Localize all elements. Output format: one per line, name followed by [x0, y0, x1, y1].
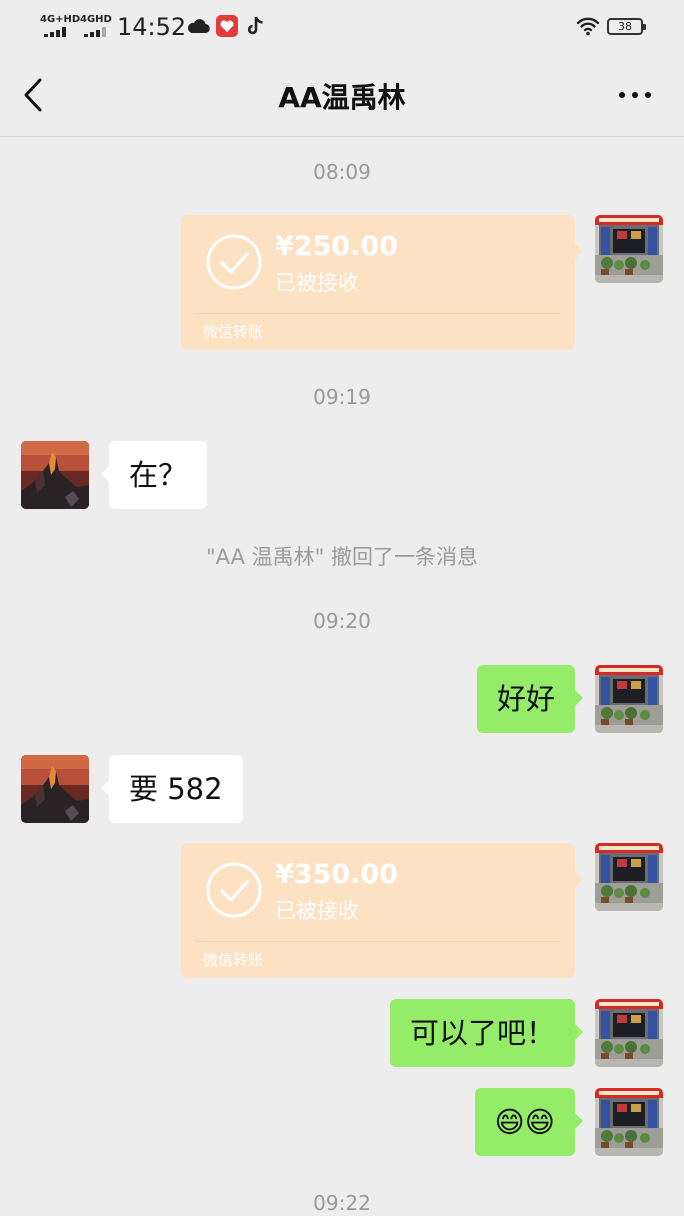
timestamp: 09:20	[313, 609, 371, 633]
signal-1-label: 4G+HD	[40, 14, 81, 25]
chat-title: AA温禹林	[278, 81, 406, 114]
transfer-status: 已被接收	[275, 899, 359, 923]
my-avatar[interactable]	[595, 843, 663, 911]
tiktok-icon	[247, 16, 263, 35]
status-bar: 4G+HD 4GHD 14:52 38	[0, 0, 684, 54]
my-avatar[interactable]	[595, 665, 663, 733]
check-circle-icon	[206, 862, 262, 918]
my-avatar[interactable]	[595, 215, 663, 283]
message-bubble-incoming[interactable]: 要 582	[101, 755, 243, 823]
message-bubble-incoming[interactable]: 在？	[100, 441, 208, 509]
transfer-amount: ¥250.00	[275, 231, 398, 262]
message-bubble-outgoing[interactable]: 好好	[476, 665, 584, 733]
contact-avatar[interactable]	[21, 755, 89, 823]
timestamp: 08:09	[313, 160, 371, 184]
clock: 14:52	[117, 13, 187, 41]
signal-bars-icon	[44, 27, 72, 37]
divider	[195, 313, 561, 314]
recall-notice: "AA 温禹林" 撤回了一条消息	[206, 545, 478, 569]
my-avatar[interactable]	[595, 999, 663, 1067]
check-circle-icon	[206, 234, 262, 290]
transfer-footer: 微信转账	[203, 323, 264, 341]
cloud-icon	[187, 19, 210, 34]
contact-avatar[interactable]	[21, 441, 89, 509]
signal-2-label: 4GHD	[80, 14, 112, 25]
transfer-footer: 微信转账	[203, 951, 264, 969]
transfer-card[interactable]: ¥350.00 已被接收 微信转账	[181, 843, 583, 978]
battery-icon: 38	[607, 18, 646, 35]
wifi-icon	[576, 17, 600, 36]
signal-bars-icon	[84, 27, 112, 37]
my-avatar[interactable]	[595, 1088, 663, 1156]
app-notification-icon	[216, 15, 238, 37]
message-bubble-outgoing[interactable]: 😄😄	[474, 1088, 584, 1156]
transfer-status: 已被接收	[275, 271, 359, 295]
chat-header: AA温禹林	[0, 54, 684, 137]
timestamp: 09:19	[313, 385, 371, 409]
timestamp: 09:22	[313, 1191, 371, 1215]
divider	[195, 941, 561, 942]
more-options-icon[interactable]	[612, 82, 658, 108]
transfer-amount: ¥350.00	[275, 859, 398, 890]
battery-level: 38	[618, 20, 632, 33]
message-bubble-outgoing[interactable]: 可以了吧！	[389, 999, 584, 1067]
transfer-card[interactable]: ¥250.00 已被接收 微信转账	[181, 215, 583, 350]
